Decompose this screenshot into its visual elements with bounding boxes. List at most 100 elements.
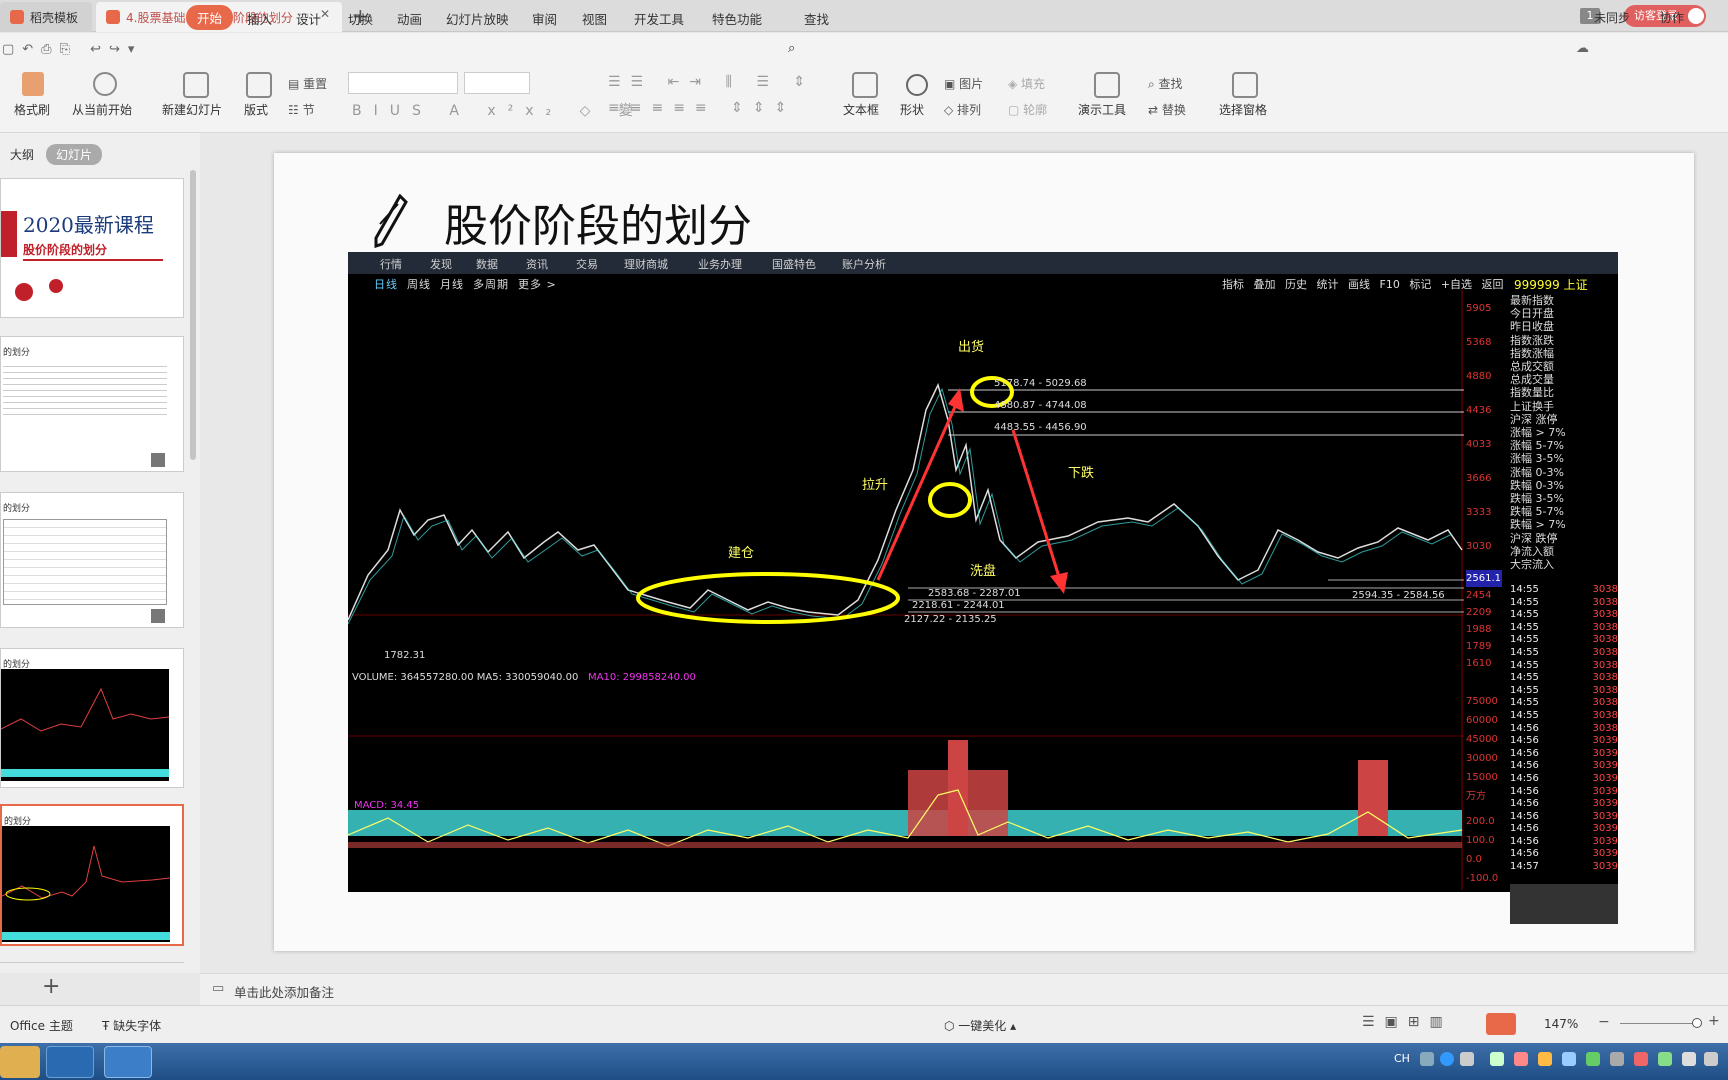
tray-icon[interactable] <box>1658 1052 1672 1066</box>
layout-icon[interactable] <box>246 72 272 98</box>
slide-thumb-5[interactable]: 的划分 <box>0 804 184 946</box>
textbox-icon[interactable] <box>852 72 878 98</box>
panel-scrollbar[interactable] <box>190 170 196 460</box>
slide-thumb-4[interactable]: 的划分 <box>0 648 184 788</box>
tray-icon[interactable] <box>1490 1052 1504 1066</box>
textbox-label[interactable]: 文本框 <box>843 101 879 118</box>
lang-indicator[interactable]: CH <box>1394 1052 1410 1065</box>
layout-label[interactable]: 版式 <box>244 101 268 118</box>
from-current-label[interactable]: 从当前开始 <box>72 101 132 118</box>
menu-animation[interactable]: 动画 <box>397 9 422 28</box>
search-icon[interactable]: ⌕ <box>788 41 795 56</box>
zoom-out-icon[interactable]: − <box>1598 1014 1610 1030</box>
slide-thumb-2[interactable]: 的划分 <box>0 336 184 472</box>
new-slide-label[interactable]: 新建幻灯片 <box>162 101 222 118</box>
menu-view[interactable]: 视图 <box>582 9 607 28</box>
new-slide-icon[interactable] <box>183 72 209 98</box>
thumb-chart <box>1 669 170 781</box>
tray-icon[interactable] <box>1610 1052 1624 1066</box>
reset-button[interactable]: ▤ 重置 <box>288 75 327 92</box>
collab-button[interactable]: 协作 <box>1660 9 1684 26</box>
tick-time: 14:57 <box>1510 861 1539 873</box>
menu-insert[interactable]: 插入 <box>247 9 272 28</box>
beautify-button[interactable]: ⬡ 一键美化 ▴ <box>944 1017 1016 1034</box>
shape-icon[interactable] <box>906 74 928 96</box>
tray-icon[interactable] <box>1514 1052 1528 1066</box>
find-button[interactable]: ⌕ 查找 <box>1148 75 1183 92</box>
slide-thumb-3[interactable]: 的划分 <box>0 492 184 628</box>
theme-label[interactable]: Office 主题 <box>10 1017 73 1034</box>
tray-icon[interactable] <box>1562 1052 1576 1066</box>
presenter-label[interactable]: 演示工具 <box>1078 101 1126 118</box>
presenter-icon[interactable] <box>1094 72 1120 98</box>
zoom-slider[interactable] <box>1620 1023 1696 1024</box>
font-name-combo[interactable] <box>348 72 458 94</box>
quick-access-icons[interactable]: ▢↶⎙⎘ ↩↪▾ <box>2 42 142 57</box>
outline-tab[interactable]: 大纲 <box>10 146 34 163</box>
missing-font-label: 缺失字体 <box>113 1019 162 1033</box>
volume-icon[interactable] <box>1682 1052 1696 1066</box>
zoom-in-icon[interactable]: + <box>1708 1013 1720 1029</box>
add-slide-button[interactable]: + <box>42 974 60 999</box>
close-icon[interactable]: ✕ <box>320 7 330 21</box>
price-tick: 3666 <box>1466 473 1492 484</box>
tick-row: 14:56 3038 <box>1510 723 1618 736</box>
wps-taskbar-icon[interactable] <box>104 1046 152 1078</box>
stock-chart-image[interactable]: 行情 发现 数据 资讯 交易 理财商城 业务办理 国盛特色 账户分析 日线 周线… <box>348 252 1618 924</box>
replace-button[interactable]: ⇄ 替换 <box>1148 101 1186 118</box>
zoom-level[interactable]: 147% <box>1544 1017 1578 1031</box>
paragraph-icons[interactable]: ☰☰ ⇤⇥ ⫼ ☰ ⇕ <box>608 74 815 90</box>
slide-thumb-1[interactable]: 2020最新课程 股价阶段的划分 <box>0 178 184 318</box>
slide-title[interactable]: 股价阶段的划分 <box>444 190 752 254</box>
network-icon[interactable] <box>1704 1052 1718 1066</box>
menu-start[interactable]: 开始 <box>186 5 234 30</box>
menu-review[interactable]: 审阅 <box>532 9 557 28</box>
tick-time: 14:56 <box>1510 760 1539 772</box>
font-size-combo[interactable] <box>464 72 530 94</box>
format-painter-label[interactable]: 格式刷 <box>14 101 50 118</box>
shape-label[interactable]: 形状 <box>900 101 924 118</box>
zoom-thumb[interactable] <box>1692 1018 1702 1028</box>
tray-icon[interactable] <box>1538 1052 1552 1066</box>
picture-button[interactable]: ▣ 图片 <box>944 75 983 92</box>
tab-docer-templates[interactable]: 稻壳模板 <box>0 2 92 32</box>
fill-button[interactable]: ◈ 填充 <box>1008 75 1045 92</box>
play-icon[interactable] <box>93 72 117 96</box>
view-mode-icons[interactable]: ☰▣⊞▥ <box>1362 1014 1453 1030</box>
font-format-icons[interactable]: BIUS A x²x₂ ◇ 變 <box>352 100 645 120</box>
tick-row: 14:56 3039 <box>1510 823 1618 836</box>
menu-switch[interactable]: 切换 <box>348 9 373 28</box>
help-icon[interactable] <box>1440 1052 1454 1066</box>
sync-status[interactable]: 未同步 <box>1594 9 1630 26</box>
stat: 沪深 涨停 <box>1510 412 1558 426</box>
stock-nav-item: 国盛特色 <box>772 258 816 271</box>
tray-icon[interactable] <box>1586 1052 1600 1066</box>
play-slideshow-button[interactable] <box>1486 1013 1516 1035</box>
explorer-taskbar-icon[interactable] <box>0 1046 40 1078</box>
menu-search[interactable]: 查找 <box>804 9 829 28</box>
menu-special[interactable]: 特色功能 <box>712 9 762 28</box>
tick-row: 14:56 3039 <box>1510 773 1618 786</box>
menu-slideshow[interactable]: 幻灯片放映 <box>446 9 509 28</box>
notes-bar[interactable]: ▭ 单击此处添加备注 <box>200 973 1728 1005</box>
format-painter-icon[interactable] <box>22 72 44 96</box>
tray-icon[interactable] <box>1634 1052 1648 1066</box>
select-pane-icon[interactable] <box>1232 72 1258 98</box>
missing-font-button[interactable]: Ŧ 缺失字体 <box>102 1017 161 1034</box>
arrange-button[interactable]: ◇ 排列 <box>944 101 981 118</box>
price-tick: 1988 <box>1466 624 1492 635</box>
price-tick: 5368 <box>1466 337 1492 348</box>
notes-placeholder[interactable]: 单击此处添加备注 <box>234 982 334 1001</box>
menu-design[interactable]: 设计 <box>296 9 321 28</box>
outline-button[interactable]: ▢ 轮廓 <box>1008 101 1047 118</box>
slides-tab[interactable]: 幻灯片 <box>46 144 103 165</box>
menu-devtools[interactable]: 开发工具 <box>634 9 684 28</box>
section-button[interactable]: ☷ 节 <box>288 101 315 118</box>
replace-label: 替换 <box>1161 103 1186 117</box>
app-taskbar-icon[interactable] <box>46 1046 94 1078</box>
tick-row: 14:56 3039 <box>1510 735 1618 748</box>
settings-icon[interactable] <box>1460 1052 1474 1066</box>
ime-icon[interactable] <box>1420 1052 1434 1066</box>
select-pane-label[interactable]: 选择窗格 <box>1219 101 1267 118</box>
align-icons[interactable]: ≡≡≡≡≡ ⇕⇕⇕ <box>608 100 796 116</box>
